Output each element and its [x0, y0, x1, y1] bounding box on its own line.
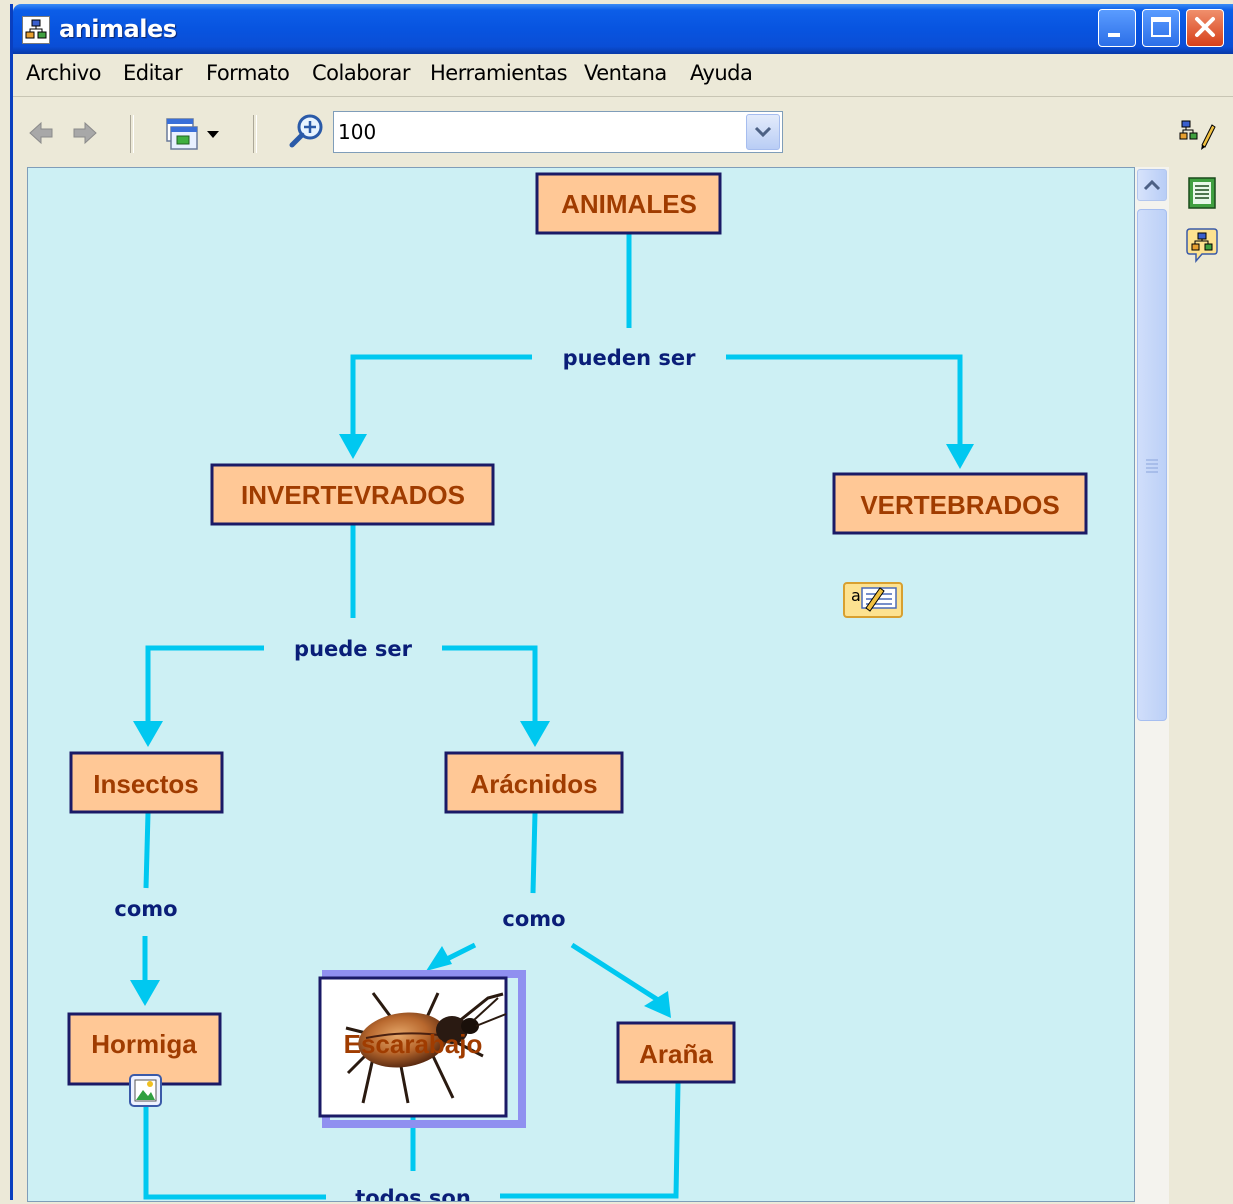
chevron-down-icon: [754, 126, 772, 138]
zoom-combo[interactable]: 100: [333, 111, 783, 153]
concept-map: pueden ser puede ser como como todos son…: [67, 172, 1088, 1201]
vertical-scrollbar[interactable]: [1135, 167, 1169, 1204]
concept-escarabajo-label: Escarabajo: [344, 1029, 483, 1059]
linking-phrase-como-insectos[interactable]: como: [114, 897, 177, 921]
svg-text:a: a: [851, 586, 861, 605]
scroll-up-button[interactable]: [1137, 169, 1167, 201]
menu-bar: Archivo Editar Formato Colaborar Herrami…: [13, 54, 1233, 97]
menu-archivo[interactable]: Archivo: [26, 61, 102, 85]
concept-invertebrados-label: INVERTEVRADOS: [241, 480, 465, 510]
style-palette-icon[interactable]: [1178, 117, 1216, 151]
menu-formato[interactable]: Formato: [206, 61, 290, 85]
linking-phrase-puede-ser[interactable]: puede ser: [294, 637, 413, 661]
zoom-dropdown-button[interactable]: [746, 114, 780, 150]
arrowhead: [339, 434, 367, 459]
link-line: [143, 812, 151, 889]
title-bar[interactable]: animales: [13, 4, 1233, 54]
right-side-panel: [1169, 167, 1233, 1204]
concept-vertebrados-label: VERTEBRADOS: [860, 490, 1059, 520]
link-line: [530, 812, 538, 894]
zoom-value[interactable]: 100: [338, 120, 376, 144]
app-concept-map-icon: [22, 16, 50, 44]
concept-map-canvas[interactable]: pueden ser puede ser como como todos son…: [27, 167, 1135, 1202]
link-line: [570, 942, 660, 1003]
concept-animales-label: ANIMALES: [561, 189, 697, 219]
annotation-note-icon[interactable]: a: [843, 582, 903, 618]
toolbar-separator: [253, 115, 257, 153]
arrowhead: [946, 444, 974, 469]
arrowhead: [520, 721, 550, 747]
menu-ayuda[interactable]: Ayuda: [690, 61, 753, 85]
arrow-left-icon[interactable]: [27, 119, 55, 147]
app-window: animales Archivo Editar Formato Colabora…: [10, 4, 1233, 1204]
menu-editar[interactable]: Editar: [123, 61, 183, 85]
concept-arana-label: Araña: [639, 1039, 713, 1069]
link-line: [143, 1103, 326, 1200]
link-lines: [142, 233, 963, 1200]
concept-escarabajo[interactable]: Escarabajo: [318, 970, 526, 1128]
chevron-up-icon: [1143, 179, 1161, 191]
concept-hormiga-label: Hormiga: [91, 1029, 197, 1059]
view-window-icon[interactable]: [163, 115, 225, 153]
close-button[interactable]: [1186, 9, 1224, 47]
image-resource-icon[interactable]: [129, 1074, 162, 1107]
arrowhead: [133, 721, 163, 747]
toolbar-separator: [130, 115, 134, 153]
toolbar: 100: [13, 97, 1233, 165]
concept-map-chat-icon[interactable]: [1184, 227, 1220, 265]
maximize-button[interactable]: [1142, 9, 1180, 47]
link-line: [442, 645, 538, 726]
linking-phrase-pueden-ser[interactable]: pueden ser: [563, 346, 697, 370]
arrowhead: [130, 980, 160, 1006]
menu-colaborar[interactable]: Colaborar: [312, 61, 411, 85]
link-line: [145, 645, 264, 726]
link-line: [500, 1082, 681, 1199]
arrow-right-icon[interactable]: [71, 119, 99, 147]
linking-phrase-todos-son[interactable]: todos son: [355, 1186, 471, 1201]
menu-ventana[interactable]: Ventana: [584, 61, 667, 85]
grip-icon: [1146, 459, 1158, 473]
link-line: [726, 354, 963, 448]
link-line: [350, 354, 532, 438]
scroll-thumb[interactable]: [1137, 209, 1167, 721]
zoom-in-icon[interactable]: [287, 111, 327, 151]
concept-insectos-label: Insectos: [93, 769, 199, 799]
window-title: animales: [59, 15, 177, 43]
minimize-button[interactable]: [1098, 9, 1136, 47]
menu-herramientas[interactable]: Herramientas: [430, 61, 568, 85]
concept-aracnidos-label: Arácnidos: [470, 769, 597, 799]
linking-phrase-como-aracnidos[interactable]: como: [502, 907, 565, 931]
list-document-icon[interactable]: [1184, 175, 1220, 211]
arrowhead: [426, 946, 452, 971]
